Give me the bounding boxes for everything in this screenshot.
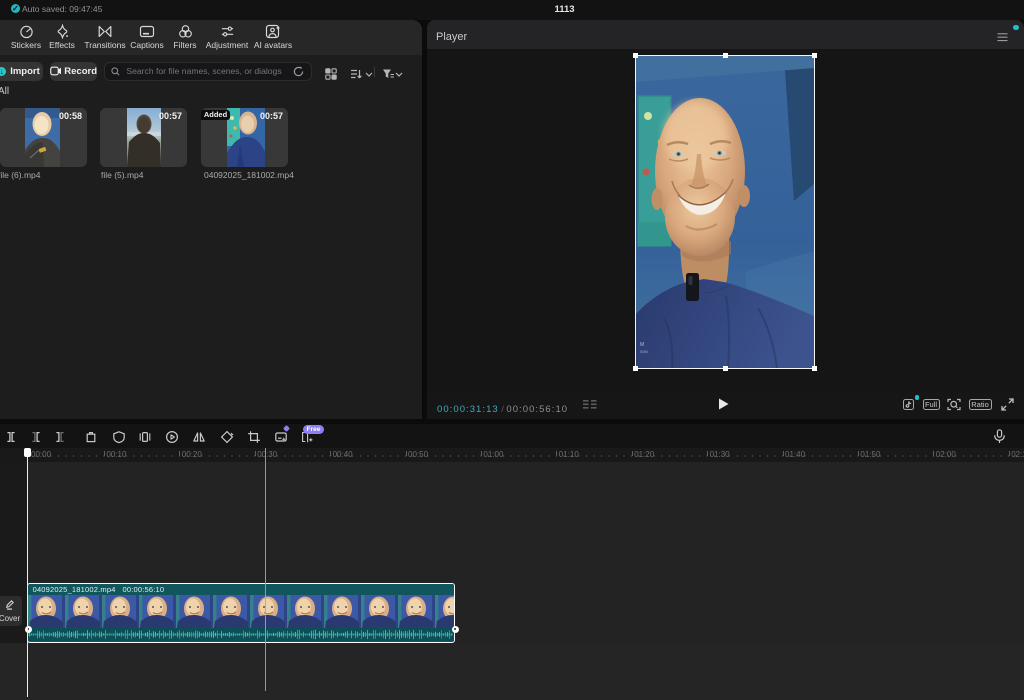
svg-text:M: M: [640, 342, 644, 348]
svg-text:00M: 00M: [640, 349, 648, 354]
